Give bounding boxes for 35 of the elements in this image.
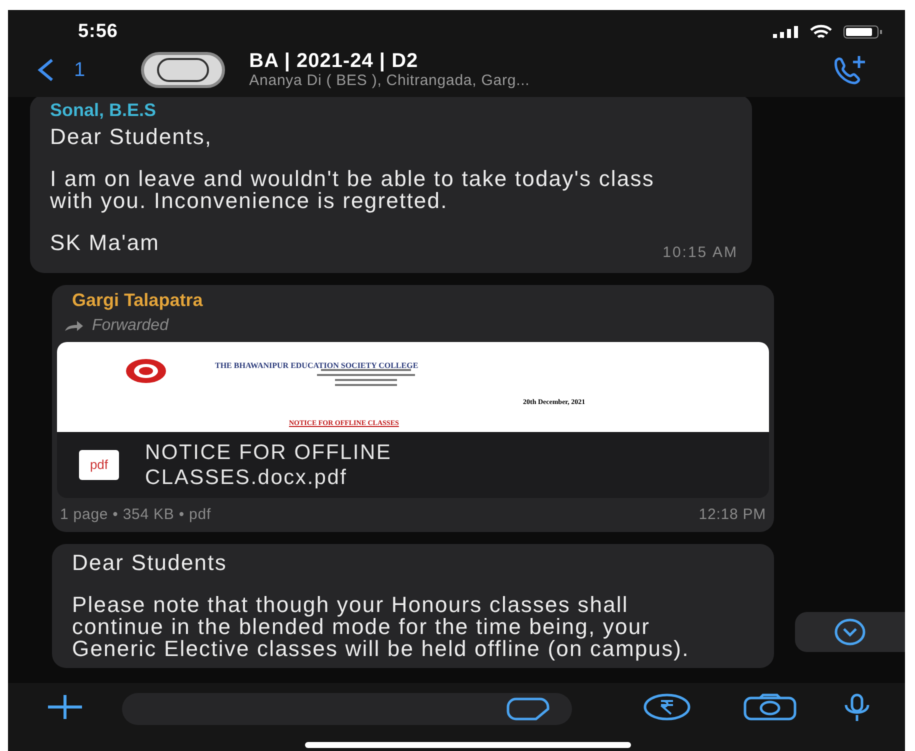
- message-field[interactable]: [122, 693, 572, 725]
- scroll-down-button[interactable]: [795, 612, 905, 652]
- message-time: 10:15 AM: [662, 243, 738, 263]
- message-text: Dear Students: [72, 552, 227, 574]
- college-name: THE BHAWANIPUR EDUCATION SOCIETY COLLEGE: [215, 360, 418, 372]
- camera-icon: [742, 693, 798, 721]
- message-text: Please note that though your Honours classes shall continue in the blended mode for the time being, your Generic Elective classes will be held offline (on campus).: [72, 594, 690, 660]
- message-text: I am on leave and wouldn't be able to take today's class with you. Inconvenience is regretted.: [50, 168, 656, 212]
- sticker-icon: [506, 697, 550, 721]
- wifi-icon: [809, 24, 833, 40]
- status-time: 5:56: [78, 20, 118, 44]
- pdf-file-icon: pdf: [79, 450, 119, 480]
- message-text: SK Ma'am: [50, 232, 160, 254]
- battery-icon: [843, 25, 883, 40]
- message-time: 12:18 PM: [698, 504, 766, 524]
- sender-name: Sonal, B.E.S: [50, 99, 158, 122]
- camera-button[interactable]: [742, 693, 798, 721]
- signal-icon: [773, 26, 799, 38]
- chevron-left-icon: [36, 58, 56, 82]
- plus-icon: [46, 693, 84, 721]
- group-avatar[interactable]: [141, 52, 226, 88]
- forwarded-label: Forwarded: [92, 316, 168, 336]
- rupee-icon: [642, 693, 692, 721]
- file-details: 1 page • 354 KB • pdf: [60, 504, 211, 524]
- forward-arrow-icon: [64, 320, 84, 332]
- file-name: NOTICE FOR OFFLINE CLASSES.docx.pdf: [145, 440, 393, 490]
- payment-button[interactable]: [642, 693, 692, 721]
- chevron-down-circle-icon: [834, 618, 866, 646]
- add-button[interactable]: [46, 693, 84, 721]
- chat-members: Ananya Di ( BES ), Chitrangada, Garg...: [249, 72, 530, 90]
- sender-name: Gargi Talapatra: [72, 288, 204, 312]
- message-text: Dear Students,: [50, 126, 212, 148]
- back-button[interactable]: 1: [36, 55, 86, 85]
- college-seal-icon: [125, 358, 167, 384]
- chat-title[interactable]: BA | 2021-24 | D2: [249, 50, 530, 72]
